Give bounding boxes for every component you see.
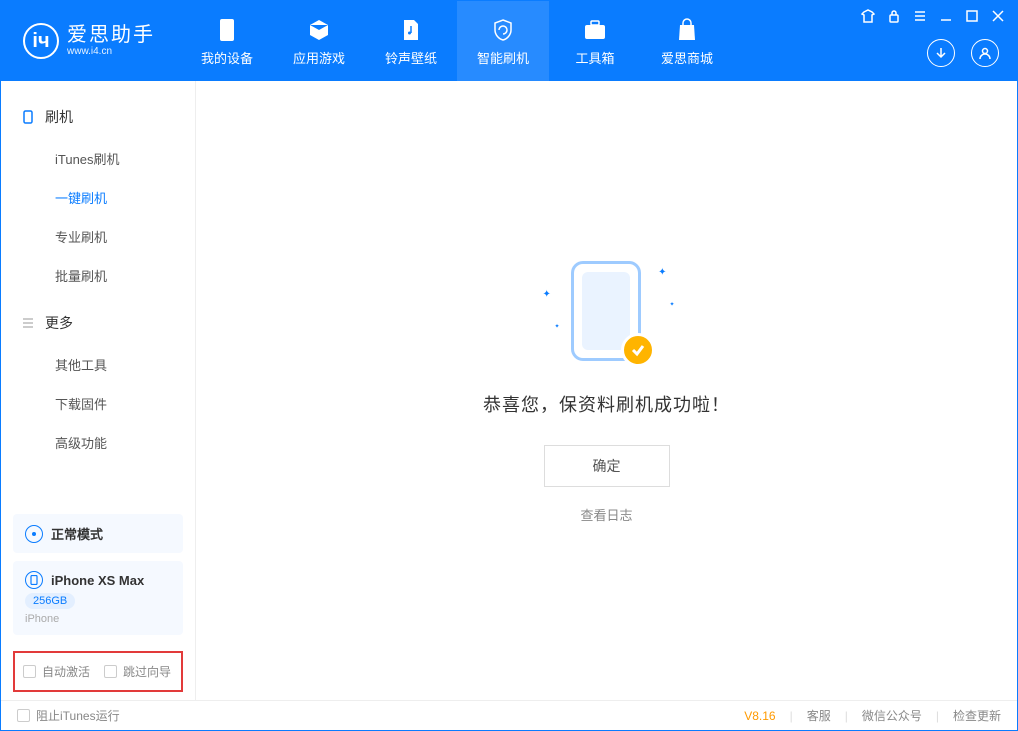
sparkle-icon: ✦ (658, 267, 666, 278)
checkbox-icon (104, 665, 117, 678)
top-nav: 我的设备 应用游戏 铃声壁纸 智能刷机 工具箱 爱思商城 (181, 1, 733, 81)
user-icon[interactable] (971, 39, 999, 67)
sparkle-icon: ✦ (669, 301, 674, 308)
sidebar-item-advanced[interactable]: 高级功能 (1, 423, 195, 462)
check-update-link[interactable]: 检查更新 (953, 707, 1001, 724)
nav-smart-flash[interactable]: 智能刷机 (457, 1, 549, 81)
window-controls (859, 7, 1007, 25)
nav-store[interactable]: 爱思商城 (641, 1, 733, 81)
main-content: ✦ ✦ ✦ ✦ 恭喜您，保资料刷机成功啦！ 确定 查看日志 (196, 81, 1017, 702)
auto-activate-checkbox[interactable]: 自动激活 (23, 663, 90, 680)
success-title: 恭喜您，保资料刷机成功啦！ (483, 391, 730, 417)
sparkle-icon: ✦ (543, 289, 551, 300)
separator: | (790, 709, 793, 723)
device-capacity-badge: 256GB (25, 593, 75, 609)
nav-label: 智能刷机 (477, 48, 529, 67)
device-phone-icon (25, 571, 43, 589)
nav-ringtones-wallpapers[interactable]: 铃声壁纸 (365, 1, 457, 81)
nav-label: 工具箱 (575, 48, 614, 67)
checkbox-icon (17, 709, 30, 722)
bottom-options-highlight: 自动激活 跳过向导 (13, 651, 183, 692)
view-log-link[interactable]: 查看日志 (580, 505, 632, 524)
success-illustration: ✦ ✦ ✦ ✦ (537, 259, 677, 369)
sidebar-section-more[interactable]: 更多 (1, 305, 195, 341)
separator: | (845, 709, 848, 723)
sidebar: 刷机 iTunes刷机 一键刷机 专业刷机 批量刷机 更多 其他工具 下载固件 … (1, 81, 196, 702)
section-title: 更多 (45, 313, 73, 333)
minimize-icon[interactable] (937, 7, 955, 25)
body-area: 刷机 iTunes刷机 一键刷机 专业刷机 批量刷机 更多 其他工具 下载固件 … (1, 81, 1017, 702)
checkbox-label: 阻止iTunes运行 (36, 707, 120, 724)
confirm-button[interactable]: 确定 (544, 445, 670, 487)
logo-area: iч 爱思助手 www.i4.cn (1, 23, 181, 59)
nav-toolbox[interactable]: 工具箱 (549, 1, 641, 81)
device-type: iPhone (25, 613, 59, 625)
nav-apps-games[interactable]: 应用游戏 (273, 1, 365, 81)
sparkle-icon: ✦ (555, 323, 560, 330)
nav-label: 铃声壁纸 (385, 48, 437, 67)
shopping-bag-icon (673, 16, 701, 44)
sidebar-section-flash[interactable]: 刷机 (1, 99, 195, 135)
cube-icon (305, 16, 333, 44)
mode-label: 正常模式 (51, 524, 103, 543)
sidebar-item-download-firmware[interactable]: 下载固件 (1, 384, 195, 423)
sidebar-menu: 刷机 iTunes刷机 一键刷机 专业刷机 批量刷机 更多 其他工具 下载固件 … (1, 81, 195, 514)
skip-guide-checkbox[interactable]: 跳过向导 (104, 663, 171, 680)
device-icon (213, 16, 241, 44)
music-file-icon (397, 16, 425, 44)
sidebar-item-oneclick-flash[interactable]: 一键刷机 (1, 178, 195, 217)
check-badge-icon (621, 333, 655, 367)
phone-outline-icon (21, 110, 35, 124)
separator: | (936, 709, 939, 723)
shirt-icon[interactable] (859, 7, 877, 25)
shield-refresh-icon (489, 16, 517, 44)
header-actions (927, 39, 999, 67)
device-card[interactable]: iPhone XS Max 256GB iPhone (13, 561, 183, 635)
close-icon[interactable] (989, 7, 1007, 25)
mode-card[interactable]: 正常模式 (13, 514, 183, 553)
sidebar-item-pro-flash[interactable]: 专业刷机 (1, 217, 195, 256)
nav-label: 应用游戏 (293, 48, 345, 67)
header-bar: iч 爱思助手 www.i4.cn 我的设备 应用游戏 铃声壁纸 智能刷机 工具… (1, 1, 1017, 81)
menu-icon[interactable] (911, 7, 929, 25)
maximize-icon[interactable] (963, 7, 981, 25)
app-subtitle: www.i4.cn (67, 47, 155, 57)
toolbox-icon (581, 16, 609, 44)
block-itunes-checkbox[interactable]: 阻止iTunes运行 (17, 707, 120, 724)
mode-icon (25, 525, 43, 543)
app-title: 爱思助手 (67, 25, 155, 45)
checkbox-icon (23, 665, 36, 678)
checkbox-label: 跳过向导 (123, 663, 171, 680)
sidebar-cards: 正常模式 iPhone XS Max 256GB iPhone (1, 514, 195, 643)
sidebar-item-itunes-flash[interactable]: iTunes刷机 (1, 139, 195, 178)
lock-icon[interactable] (885, 7, 903, 25)
app-logo-icon: iч (23, 23, 59, 59)
wechat-link[interactable]: 微信公众号 (862, 707, 922, 724)
footer-bar: 阻止iTunes运行 V8.16 | 客服 | 微信公众号 | 检查更新 (1, 700, 1017, 730)
customer-service-link[interactable]: 客服 (807, 707, 831, 724)
sidebar-item-batch-flash[interactable]: 批量刷机 (1, 256, 195, 295)
sidebar-item-other-tools[interactable]: 其他工具 (1, 345, 195, 384)
device-name: iPhone XS Max (51, 573, 144, 588)
list-icon (21, 316, 35, 330)
download-icon[interactable] (927, 39, 955, 67)
nav-label: 我的设备 (201, 48, 253, 67)
nav-label: 爱思商城 (661, 48, 713, 67)
nav-my-device[interactable]: 我的设备 (181, 1, 273, 81)
version-label: V8.16 (744, 709, 775, 723)
checkbox-label: 自动激活 (42, 663, 90, 680)
section-title: 刷机 (45, 107, 73, 127)
